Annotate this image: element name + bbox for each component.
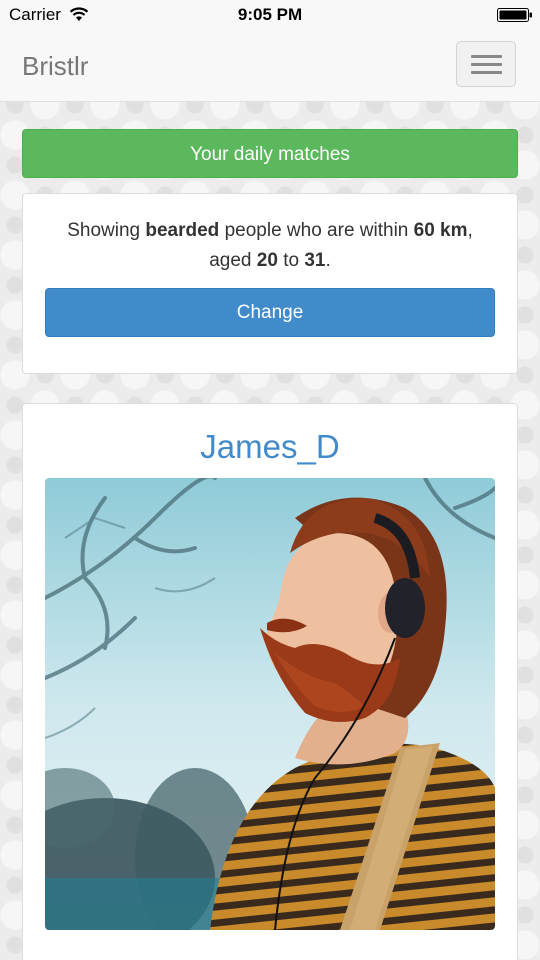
filter-age-min: 20: [256, 250, 278, 271]
filter-aged: aged: [209, 250, 257, 271]
filter-age-max: 31: [304, 250, 326, 271]
filter-panel: Showing bearded people who are within 60…: [22, 193, 518, 374]
filter-trait: bearded: [145, 220, 220, 241]
menu-toggle-button[interactable]: [456, 41, 516, 87]
profile-photo[interactable]: [45, 478, 495, 930]
filter-prefix: Showing: [67, 220, 146, 241]
battery-icon: [497, 8, 532, 22]
status-time: 9:05 PM: [237, 5, 303, 24]
filter-to: to: [277, 250, 305, 271]
daily-matches-banner[interactable]: Your daily matches: [22, 129, 518, 178]
profile-card: James_D: [22, 403, 518, 960]
filter-middle: people who are within: [219, 220, 414, 241]
filter-distance: 60 km: [413, 220, 468, 241]
brand-logo[interactable]: Bristlr: [22, 51, 88, 82]
status-bar: Carrier 9:05 PM: [0, 0, 540, 30]
navbar: Bristlr: [0, 30, 540, 102]
change-filter-button[interactable]: Change: [45, 288, 495, 337]
filter-sep: ,: [467, 220, 473, 241]
filter-summary: Showing bearded people who are within 60…: [37, 216, 503, 276]
profile-photo-illustration: [45, 478, 495, 930]
profile-name[interactable]: James_D: [23, 428, 517, 466]
filter-end: .: [325, 250, 331, 271]
